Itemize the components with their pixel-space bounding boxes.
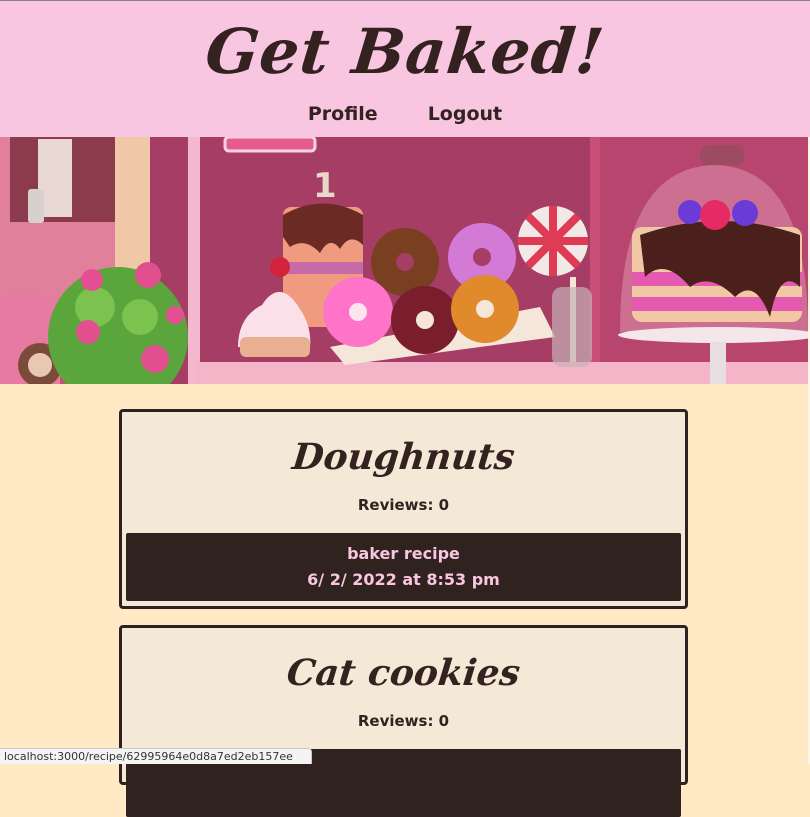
recipe-title[interactable]: Doughnuts: [119, 432, 687, 482]
site-header: Get Baked! Profile Logout: [0, 1, 810, 137]
recipe-review-count: Reviews: 0: [357, 712, 450, 730]
site-title[interactable]: Get Baked!: [0, 7, 810, 97]
main-nav: Profile Logout: [0, 97, 810, 131]
cake-candle-number: 1: [313, 166, 337, 206]
nav-link-profile[interactable]: Profile: [308, 97, 378, 131]
recipe-title[interactable]: Cat cookies: [119, 648, 687, 698]
recipe-card[interactable]: Doughnuts Reviews: 0 baker recipe 6/ 2/ …: [119, 409, 688, 609]
recipe-date: 6/ 2/ 2022 at 8:53 pm: [307, 570, 500, 589]
recipe-review-count: Reviews: 0: [357, 496, 450, 514]
browser-status-url: localhost:3000/recipe/62995964e0d8a7ed2e…: [0, 748, 312, 764]
nav-link-logout[interactable]: Logout: [428, 97, 502, 131]
hero-banner-image: 1: [0, 137, 808, 384]
recipe-meta-panel: baker recipe 6/ 2/ 2022 at 8:53 pm: [126, 533, 681, 601]
recipe-author: baker recipe: [347, 544, 460, 563]
